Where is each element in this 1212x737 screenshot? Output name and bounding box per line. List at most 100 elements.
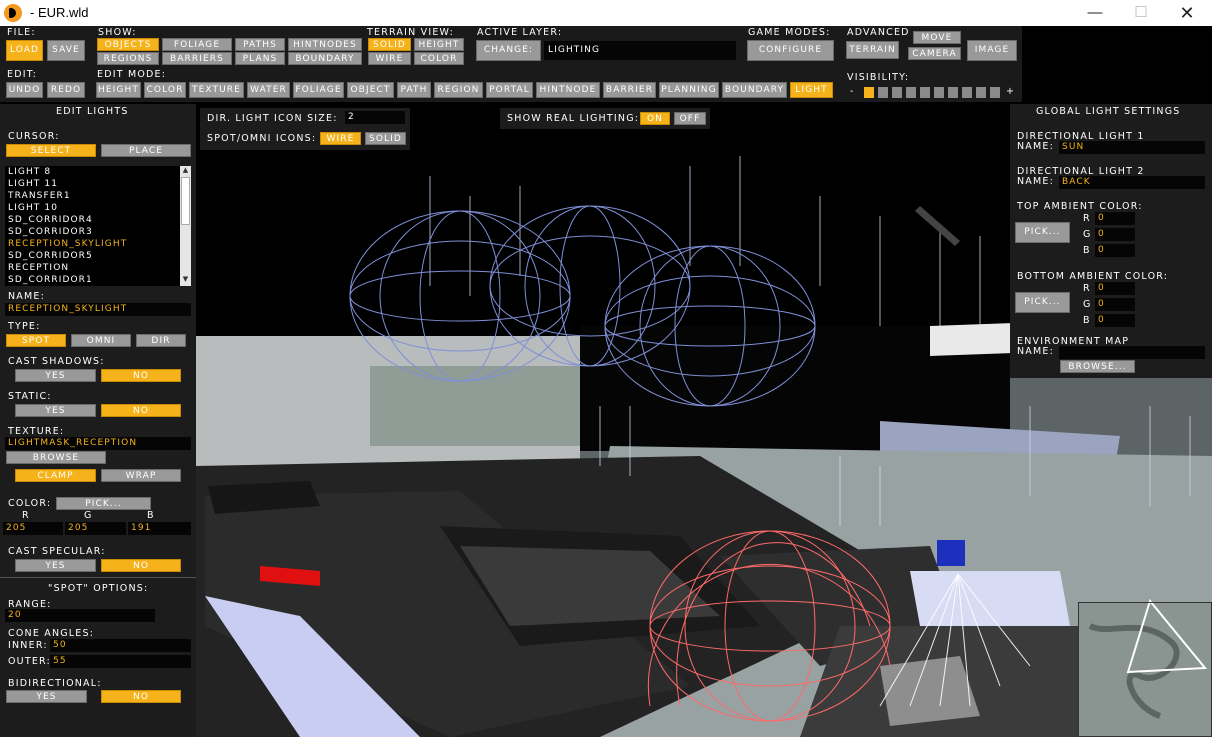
- mode-water-button[interactable]: Water: [247, 82, 290, 98]
- visibility-level-10[interactable]: [990, 87, 1000, 98]
- configure-button[interactable]: Configure: [747, 40, 834, 61]
- icons-solid-button[interactable]: Solid: [365, 132, 406, 145]
- visibility-level-6[interactable]: [934, 87, 944, 98]
- color-g-field[interactable]: 205: [65, 522, 126, 535]
- show-hintnodes-button[interactable]: HintNodes: [288, 38, 362, 51]
- inner-angle-field[interactable]: 50: [50, 639, 191, 652]
- mode-portal-button[interactable]: Portal: [486, 82, 533, 98]
- visibility-level-7[interactable]: [948, 87, 958, 98]
- visibility-increase[interactable]: +: [1006, 86, 1015, 97]
- top-ambient-pick-button[interactable]: Pick...: [1015, 222, 1070, 243]
- visibility-level-2[interactable]: [878, 87, 888, 98]
- mode-barrier-button[interactable]: Barrier: [603, 82, 656, 98]
- dir-light-1-name-field[interactable]: SUN: [1059, 141, 1205, 154]
- show-regions-button[interactable]: Regions: [97, 52, 159, 65]
- cursor-select-button[interactable]: Select: [6, 144, 96, 157]
- range-field[interactable]: 20: [5, 609, 155, 622]
- light-list[interactable]: Light 8 Light 11 transfer1 Light 10 SD_c…: [5, 166, 191, 286]
- cast-shadows-no-button[interactable]: No: [101, 369, 181, 382]
- level-viewport[interactable]: File: Load Save Show: Objects Foliage Pa…: [0, 26, 1212, 737]
- image-button[interactable]: Image: [967, 40, 1017, 61]
- save-button[interactable]: Save: [47, 40, 85, 61]
- camera-button[interactable]: Camera: [908, 47, 961, 60]
- visibility-decrease[interactable]: -: [850, 86, 855, 97]
- terrain-height-button[interactable]: Height: [414, 38, 464, 51]
- visibility-level-5[interactable]: [920, 87, 930, 98]
- top-b-field[interactable]: 0: [1095, 244, 1135, 257]
- mode-boundary-button[interactable]: Boundary: [722, 82, 787, 98]
- color-pick-button[interactable]: Pick...: [56, 497, 151, 510]
- move-button[interactable]: Move: [913, 31, 961, 44]
- light-list-scrollbar[interactable]: ▲ ▼: [180, 166, 191, 286]
- light-list-item[interactable]: SD_corridor1: [5, 274, 191, 286]
- mode-height-button[interactable]: Height: [96, 82, 141, 98]
- show-barriers-button[interactable]: Barriers: [162, 52, 232, 65]
- close-icon[interactable]: ✕: [1164, 0, 1210, 26]
- redo-button[interactable]: Redo: [47, 82, 85, 98]
- clamp-button[interactable]: Clamp: [15, 469, 96, 482]
- dir-light-2-name-field[interactable]: BACK: [1059, 176, 1205, 189]
- load-button[interactable]: Load: [6, 40, 43, 61]
- visibility-level-8[interactable]: [962, 87, 972, 98]
- visibility-level-1[interactable]: [864, 87, 874, 98]
- bottom-b-field[interactable]: 0: [1095, 314, 1135, 327]
- mode-texture-button[interactable]: Texture: [189, 82, 244, 98]
- minimize-icon[interactable]: —: [1072, 0, 1118, 26]
- cast-shadows-yes-button[interactable]: Yes: [15, 369, 96, 382]
- cast-specular-no-button[interactable]: No: [101, 559, 181, 572]
- env-map-browse-button[interactable]: Browse...: [1060, 360, 1135, 373]
- light-list-item[interactable]: Light 8: [5, 166, 191, 178]
- type-dir-button[interactable]: Dir: [136, 334, 186, 347]
- icon-size-field[interactable]: 2: [345, 111, 405, 124]
- type-spot-button[interactable]: Spot: [6, 334, 66, 347]
- static-no-button[interactable]: No: [101, 404, 181, 417]
- env-map-name-field[interactable]: [1059, 346, 1205, 359]
- mode-object-button[interactable]: Object: [347, 82, 394, 98]
- scroll-down-icon[interactable]: ▼: [181, 275, 190, 285]
- top-r-field[interactable]: 0: [1095, 212, 1135, 225]
- bidirectional-no-button[interactable]: No: [101, 690, 181, 703]
- visibility-level-3[interactable]: [892, 87, 902, 98]
- light-list-item[interactable]: Light 11: [5, 178, 191, 190]
- mode-region-button[interactable]: Region: [434, 82, 483, 98]
- outer-angle-field[interactable]: 55: [50, 655, 191, 668]
- scroll-thumb[interactable]: [181, 177, 190, 225]
- cast-specular-yes-button[interactable]: Yes: [15, 559, 96, 572]
- bottom-r-field[interactable]: 0: [1095, 282, 1135, 295]
- advanced-terrain-button[interactable]: Terrain: [846, 41, 899, 59]
- texture-field[interactable]: LIGHTMASK_RECEPTION: [5, 437, 191, 450]
- show-paths-button[interactable]: Paths: [235, 38, 285, 51]
- visibility-level-9[interactable]: [976, 87, 986, 98]
- static-yes-button[interactable]: Yes: [15, 404, 96, 417]
- maximize-icon[interactable]: ☐: [1118, 0, 1164, 26]
- terrain-solid-button[interactable]: Solid: [368, 38, 411, 51]
- bottom-ambient-pick-button[interactable]: Pick...: [1015, 292, 1070, 313]
- show-foliage-button[interactable]: Foliage: [162, 38, 232, 51]
- show-plans-button[interactable]: Plans: [235, 52, 285, 65]
- mode-light-button[interactable]: Light: [790, 82, 833, 98]
- mode-color-button[interactable]: Color: [144, 82, 186, 98]
- visibility-level-4[interactable]: [906, 87, 916, 98]
- terrain-wire-button[interactable]: Wire: [368, 52, 411, 65]
- light-list-item[interactable]: SD_corridor5: [5, 250, 191, 262]
- mode-path-button[interactable]: Path: [397, 82, 431, 98]
- light-name-field[interactable]: RECEPTION_SKYLIGHT: [5, 303, 191, 316]
- show-objects-button[interactable]: Objects: [97, 38, 159, 51]
- bottom-g-field[interactable]: 0: [1095, 298, 1135, 311]
- scroll-up-icon[interactable]: ▲: [181, 166, 190, 176]
- mode-planning-button[interactable]: Planning: [659, 82, 719, 98]
- light-list-item[interactable]: RECEPTION: [5, 262, 191, 274]
- light-list-item-selected[interactable]: RECEPTION_SKYLIGHT: [5, 238, 191, 250]
- texture-browse-button[interactable]: Browse: [6, 451, 106, 464]
- type-omni-button[interactable]: Omni: [71, 334, 131, 347]
- light-list-item[interactable]: transfer1: [5, 190, 191, 202]
- minimap[interactable]: [1078, 602, 1212, 737]
- wrap-button[interactable]: Wrap: [101, 469, 181, 482]
- mode-hintnode-button[interactable]: HintNode: [536, 82, 600, 98]
- change-layer-button[interactable]: Change:: [476, 40, 541, 61]
- terrain-color-button[interactable]: Color: [414, 52, 464, 65]
- mode-foliage-button[interactable]: Foliage: [293, 82, 344, 98]
- light-list-item[interactable]: SD_corridor3: [5, 226, 191, 238]
- icons-wire-button[interactable]: Wire: [320, 132, 361, 145]
- undo-button[interactable]: Undo: [6, 82, 43, 98]
